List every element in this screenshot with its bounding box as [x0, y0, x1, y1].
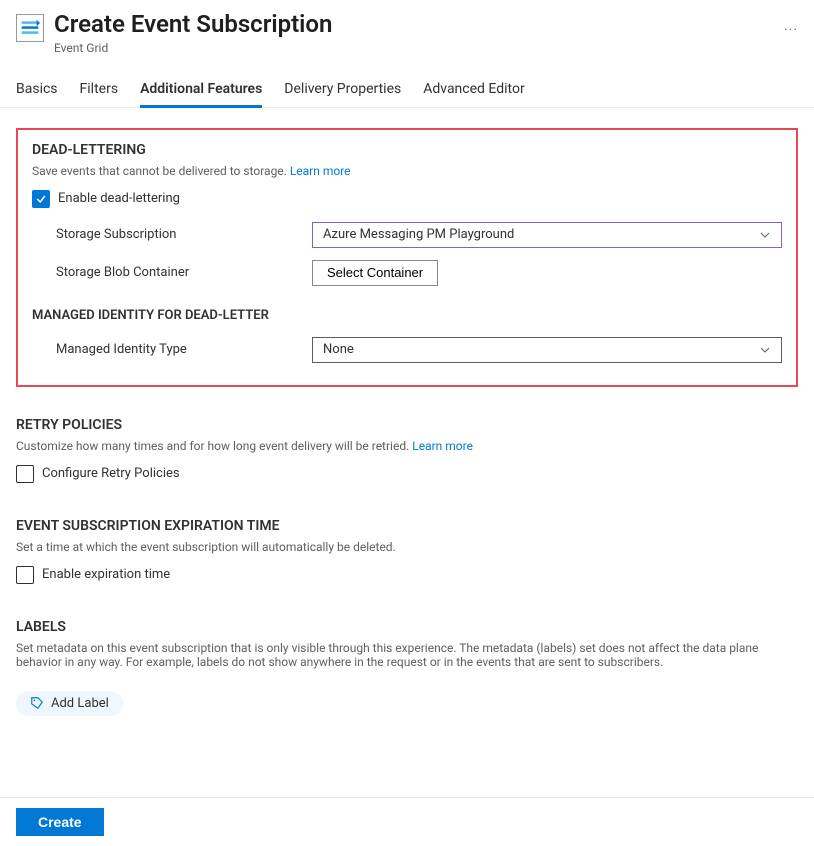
storage-subscription-label: Storage Subscription: [32, 227, 312, 242]
page-header: Create Event Subscription Event Grid ···: [0, 0, 814, 63]
labels-section: LABELS Set metadata on this event subscr…: [16, 619, 798, 716]
tab-delivery-properties[interactable]: Delivery Properties: [284, 73, 401, 107]
labels-desc: Set metadata on this event subscription …: [16, 641, 798, 669]
managed-identity-type-dropdown[interactable]: None: [312, 337, 782, 363]
chevron-down-icon: [759, 229, 771, 241]
dead-lettering-learn-more-link[interactable]: Learn more: [290, 164, 351, 178]
select-container-button[interactable]: Select Container: [312, 260, 438, 286]
configure-retry-checkbox[interactable]: [16, 465, 34, 483]
page-title: Create Event Subscription: [54, 10, 770, 39]
tag-icon: [30, 696, 44, 710]
retry-policies-section: RETRY POLICIES Customize how many times …: [16, 417, 798, 483]
retry-policies-title: RETRY POLICIES: [16, 417, 798, 433]
create-button[interactable]: Create: [16, 808, 104, 836]
add-label-button[interactable]: Add Label: [16, 691, 123, 716]
tab-filters[interactable]: Filters: [80, 73, 119, 107]
expiration-desc: Set a time at which the event subscripti…: [16, 540, 798, 554]
tab-basics[interactable]: Basics: [16, 73, 58, 107]
enable-expiration-checkbox[interactable]: [16, 566, 34, 584]
footer-bar: Create: [0, 797, 814, 846]
storage-blob-container-label: Storage Blob Container: [32, 265, 312, 280]
managed-identity-type-label: Managed Identity Type: [32, 342, 312, 357]
more-icon[interactable]: ···: [784, 22, 798, 38]
tab-bar: Basics Filters Additional Features Deliv…: [0, 73, 814, 108]
dead-lettering-desc: Save events that cannot be delivered to …: [32, 164, 782, 178]
enable-expiration-label: Enable expiration time: [42, 567, 170, 582]
storage-subscription-dropdown[interactable]: Azure Messaging PM Playground: [312, 222, 782, 248]
retry-learn-more-link[interactable]: Learn more: [412, 439, 473, 453]
dead-lettering-section: DEAD-LETTERING Save events that cannot b…: [16, 128, 798, 387]
chevron-down-icon: [759, 344, 771, 356]
page-subtitle: Event Grid: [54, 41, 770, 55]
managed-identity-title: MANAGED IDENTITY FOR DEAD-LETTER: [32, 308, 782, 323]
configure-retry-label: Configure Retry Policies: [42, 466, 180, 481]
tab-advanced-editor[interactable]: Advanced Editor: [423, 73, 524, 107]
tab-additional-features[interactable]: Additional Features: [140, 73, 262, 107]
labels-title: LABELS: [16, 619, 798, 635]
expiration-title: EVENT SUBSCRIPTION EXPIRATION TIME: [16, 518, 798, 534]
retry-policies-desc: Customize how many times and for how lon…: [16, 439, 798, 453]
event-grid-icon: [16, 14, 44, 42]
dead-lettering-title: DEAD-LETTERING: [32, 142, 782, 158]
enable-dead-lettering-checkbox[interactable]: [32, 190, 50, 208]
enable-dead-lettering-label: Enable dead-lettering: [58, 191, 180, 206]
expiration-section: EVENT SUBSCRIPTION EXPIRATION TIME Set a…: [16, 518, 798, 584]
